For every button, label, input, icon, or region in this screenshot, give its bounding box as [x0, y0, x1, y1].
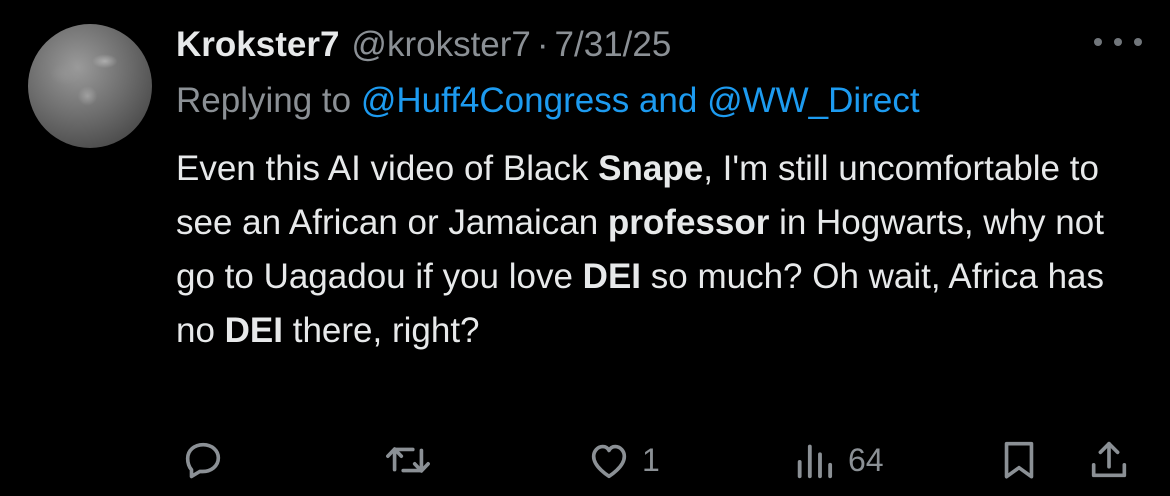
replying-to-label: Replying to — [176, 81, 352, 120]
like-count: 1 — [642, 441, 660, 478]
user-handle[interactable]: @krokster7 — [351, 25, 530, 65]
action-bar: 1 64 — [0, 430, 1170, 490]
tweet-date[interactable]: 7/31/25 — [555, 25, 672, 65]
dot — [1134, 38, 1142, 46]
reply-button[interactable] — [180, 430, 226, 490]
heart-icon — [591, 444, 627, 479]
like-button[interactable]: 1 — [586, 430, 660, 490]
body-segment: Even this AI video of Black — [176, 149, 599, 188]
display-name[interactable]: Krokster7 — [176, 25, 339, 65]
body-bold-dei: DEI — [224, 311, 284, 350]
mention-huff4congress[interactable]: @Huff4Congress — [361, 81, 629, 120]
body-bold-professor: professor — [607, 203, 770, 242]
avatar[interactable] — [28, 24, 152, 148]
replying-to-joiner: and — [638, 81, 698, 120]
repost-icon — [386, 447, 430, 473]
views-button[interactable]: 64 — [792, 430, 884, 490]
bookmark-icon — [1004, 441, 1034, 479]
repost-button[interactable] — [383, 430, 433, 490]
body-bold-snape: Snape — [598, 149, 704, 188]
body-segment: there, right? — [283, 311, 480, 350]
tweet-body: Even this AI video of Black Snape, I'm s… — [176, 142, 1136, 358]
body-bold-dei: DEI — [582, 257, 642, 296]
share-icon — [1091, 441, 1127, 478]
share-button[interactable] — [1086, 430, 1132, 490]
views-bar-icon — [797, 444, 833, 479]
more-dots-icon[interactable] — [1094, 30, 1142, 54]
reply-icon — [185, 442, 221, 479]
replying-to-line: Replying to @Huff4Congress and @WW_Direc… — [176, 78, 920, 124]
views-count: 64 — [848, 441, 884, 478]
tweet-header: Krokster7 @krokster7 · 7/31/25 — [176, 20, 671, 70]
bookmark-button[interactable] — [996, 430, 1042, 490]
mention-ww-direct[interactable]: @WW_Direct — [707, 81, 919, 120]
dot — [1114, 38, 1122, 46]
separator-dot: · — [536, 25, 549, 64]
dot — [1094, 38, 1102, 46]
